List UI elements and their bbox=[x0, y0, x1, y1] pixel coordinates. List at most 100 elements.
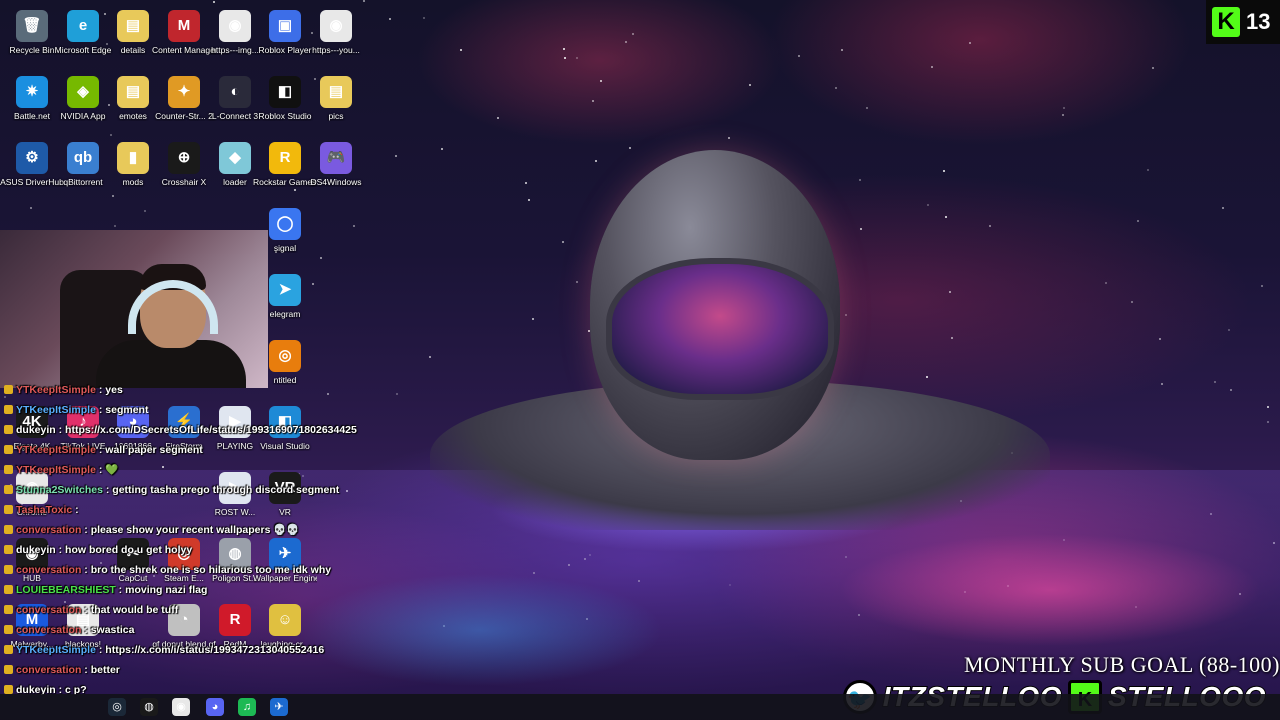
star bbox=[563, 48, 565, 50]
chat-text: 💚 bbox=[105, 464, 119, 476]
chat-username: YTKeepItSimple bbox=[16, 644, 96, 656]
webcam-overlay bbox=[0, 230, 268, 388]
chat-message: conversation : that would be tuff bbox=[0, 600, 400, 620]
chat-badge-icon bbox=[4, 385, 13, 394]
chat-badge-icon bbox=[4, 685, 13, 694]
star bbox=[845, 314, 847, 316]
star bbox=[595, 160, 597, 162]
desktop-icon[interactable]: ▤ pics bbox=[304, 76, 368, 121]
malwarebytes-icon[interactable]: ◍ bbox=[140, 698, 158, 716]
star bbox=[951, 337, 953, 339]
chat-username: conversation bbox=[16, 524, 82, 536]
battlenet-icon: ✷ bbox=[16, 76, 48, 108]
chat-text: that would be tuff bbox=[90, 604, 179, 616]
chat-username: TashaToxic bbox=[16, 504, 73, 516]
chrome-icon[interactable]: ◉ bbox=[172, 698, 190, 716]
chat-message: Stunna2Switches : getting tasha prego th… bbox=[0, 480, 400, 500]
asus-icon: ⚙ bbox=[16, 142, 48, 174]
star bbox=[1062, 114, 1064, 116]
chat-separator: : bbox=[55, 424, 66, 436]
chat-separator: : bbox=[95, 464, 106, 476]
chat-separator: : bbox=[81, 564, 91, 576]
chat-message: LOUIEBEARSHIEST : moving nazi flag bbox=[0, 580, 400, 600]
chat-message: YTKeepItSimple : yes bbox=[0, 380, 400, 400]
star bbox=[798, 55, 800, 57]
star bbox=[835, 87, 837, 89]
chat-username: YTKeepItSimple bbox=[16, 464, 96, 476]
chat-username: LOUIEBEARSHIEST bbox=[16, 584, 116, 596]
windows-taskbar: ◎ ◍ ◉ ◕ ♫ ✈ bbox=[0, 694, 1280, 720]
discord-icon[interactable]: ◕ bbox=[206, 698, 224, 716]
recycle-bin-icon: 🗑 bbox=[16, 10, 48, 42]
chat-username: YTKeepItSimple bbox=[16, 404, 96, 416]
star bbox=[728, 137, 730, 139]
star bbox=[629, 147, 631, 149]
chat-badge-icon bbox=[4, 645, 13, 654]
crosshair-icon: ⊕ bbox=[168, 142, 200, 174]
folder-icon: ▤ bbox=[320, 76, 352, 108]
star bbox=[1105, 282, 1107, 284]
star bbox=[931, 66, 933, 68]
chat-separator: : bbox=[81, 624, 91, 636]
chat-message: dukeyin : https://x.com/DSecretsOfLife/s… bbox=[0, 420, 400, 440]
star bbox=[625, 41, 627, 43]
chat-text: swastica bbox=[90, 624, 135, 636]
chat-badge-icon bbox=[4, 445, 13, 454]
steam-icon[interactable]: ◎ bbox=[108, 698, 126, 716]
spotify-icon[interactable]: ♫ bbox=[238, 698, 256, 716]
chat-text: wall paper segment bbox=[105, 444, 203, 456]
star bbox=[945, 216, 947, 218]
desktop-icon-label: https---you... bbox=[312, 45, 360, 55]
star bbox=[294, 189, 296, 191]
chat-badge-icon bbox=[4, 525, 13, 534]
content-manager-icon: M bbox=[168, 10, 200, 42]
nvidia-icon: ◈ bbox=[67, 76, 99, 108]
star bbox=[564, 57, 566, 59]
chat-badge-icon bbox=[4, 465, 13, 474]
star bbox=[423, 17, 425, 19]
signal-icon: ◯ bbox=[269, 208, 301, 240]
chat-username: YTKeepItSimple bbox=[16, 384, 96, 396]
chrome-icon: ◉ bbox=[320, 10, 352, 42]
star bbox=[441, 148, 443, 150]
desktop-icon[interactable]: 🎮 DS4Windows bbox=[304, 142, 368, 187]
star bbox=[144, 210, 146, 212]
chat-badge-icon bbox=[4, 505, 13, 514]
wallpaper-astronaut-visor bbox=[606, 258, 834, 400]
star bbox=[1214, 381, 1216, 383]
star bbox=[30, 207, 32, 209]
star bbox=[989, 225, 991, 227]
desktop-icon[interactable]: ◉ https---you... bbox=[304, 10, 368, 55]
star bbox=[562, 241, 564, 243]
star bbox=[969, 42, 971, 44]
chat-message: YTKeepItSimple : 💚 bbox=[0, 460, 400, 480]
chat-text: https://x.com/DSecretsOfLife/status/1993… bbox=[65, 424, 357, 436]
chat-badge-icon bbox=[4, 585, 13, 594]
chat-text: https://x.com/i/status/19934723130405524… bbox=[105, 644, 325, 656]
blender-icon: ◎ bbox=[269, 340, 301, 372]
chat-badge-icon bbox=[4, 425, 13, 434]
chat-text: yes bbox=[105, 384, 123, 396]
qbittorrent-icon: qb bbox=[67, 142, 99, 174]
star bbox=[592, 100, 594, 102]
roblox-studio-icon: ◧ bbox=[269, 76, 301, 108]
chat-separator: : bbox=[81, 524, 91, 536]
wallpaper-engine-icon[interactable]: ✈ bbox=[270, 698, 288, 716]
star bbox=[1261, 285, 1263, 287]
kick-viewer-counter: K 13 bbox=[1206, 0, 1280, 44]
star bbox=[949, 291, 951, 293]
chat-text: bro the shrek one is so hilarious too me… bbox=[90, 564, 332, 576]
star bbox=[213, 1, 215, 3]
desktop-icon-label: pics bbox=[328, 111, 344, 121]
star bbox=[1230, 389, 1232, 391]
chat-username: Stunna2Switches bbox=[16, 484, 103, 496]
gamepad-icon: 🎮 bbox=[320, 142, 352, 174]
star bbox=[943, 170, 945, 172]
chat-badge-icon bbox=[4, 485, 13, 494]
chat-message: conversation : please show your recent w… bbox=[0, 520, 400, 540]
star bbox=[860, 228, 862, 230]
chat-message: dukeyin : how bored do u get holyy bbox=[0, 540, 400, 560]
star bbox=[395, 155, 397, 157]
star bbox=[632, 33, 634, 35]
chat-separator: : bbox=[102, 484, 113, 496]
